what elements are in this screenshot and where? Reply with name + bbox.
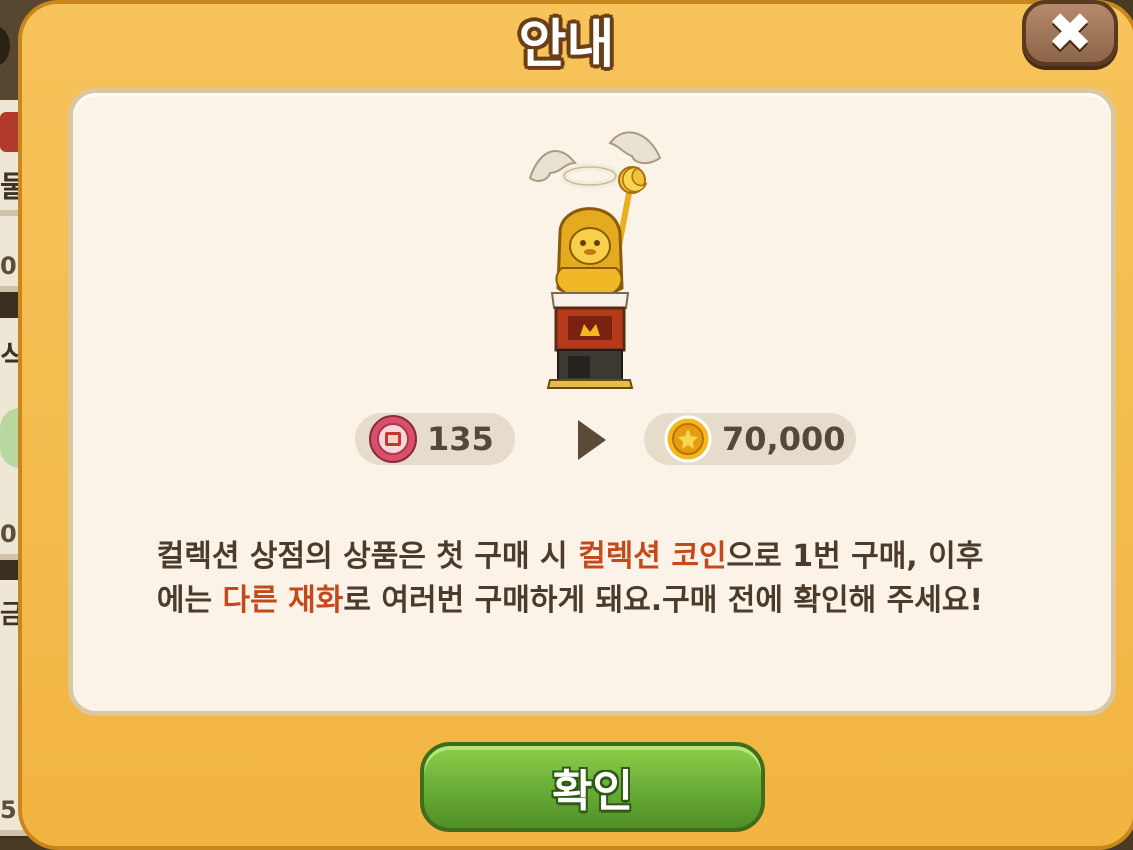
price-from-pill: 135 <box>355 413 515 465</box>
dialog-title: 안내 <box>518 15 615 75</box>
message-highlight: 컬렉션 코인 <box>578 539 727 574</box>
message-line-1: 컬렉션 상점의 상품은 첫 구매 시 컬렉션 코인으로 1번 구매, 이후 <box>80 535 1060 579</box>
message-highlight: 다른 재화 <box>222 583 344 618</box>
message-text: 컬렉션 상점의 상품은 첫 구매 시 <box>156 539 579 574</box>
message-text: 로 여러번 구매하게 돼요.구매 전에 확인해 주세요! <box>343 583 984 618</box>
message-text: 에는 <box>156 583 223 618</box>
price-from-value: 135 <box>427 420 494 458</box>
gold-coin-icon <box>664 415 712 463</box>
collection-coin-icon <box>369 415 417 463</box>
bg-card-number: 0 <box>0 252 17 280</box>
price-to-pill: 70,000 <box>644 413 856 465</box>
bg-card-number: 0 <box>0 520 17 548</box>
message-line-2: 에는 다른 재화로 여러번 구매하게 돼요.구매 전에 확인해 주세요! <box>80 579 1060 623</box>
arrow-right-icon <box>578 420 606 460</box>
message-text: 으로 1번 구매, 이후 <box>726 539 984 574</box>
price-to-value: 70,000 <box>722 420 846 458</box>
golden-angel-statue-icon <box>528 131 662 389</box>
close-x-icon: ✖ <box>1047 1 1093 64</box>
close-button[interactable]: ✖ <box>1022 0 1118 66</box>
bg-card-number: 5 <box>0 796 17 824</box>
confirm-button[interactable]: 확인 <box>420 742 765 832</box>
confirm-label: 확인 <box>552 766 633 817</box>
info-message: 컬렉션 상점의 상품은 첫 구매 시 컬렉션 코인으로 1번 구매, 이후 에는… <box>80 535 1060 623</box>
